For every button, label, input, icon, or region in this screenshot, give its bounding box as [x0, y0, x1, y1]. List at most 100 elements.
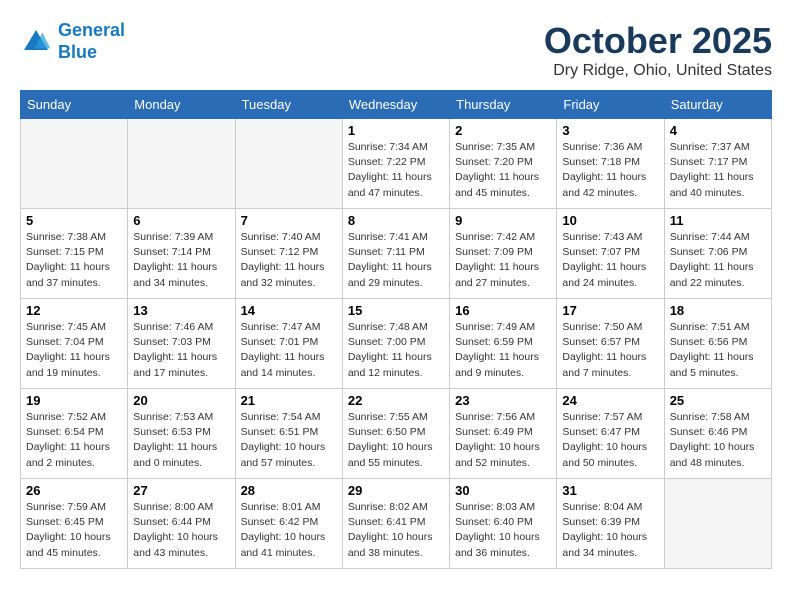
day-info: Sunrise: 7:58 AMSunset: 6:46 PMDaylight:…: [670, 410, 766, 471]
calendar-cell: 3Sunrise: 7:36 AMSunset: 7:18 PMDaylight…: [557, 119, 664, 209]
calendar-cell: 14 Sunrise: 7:47 AMSunset: 7:01 PMDayligh…: [235, 299, 342, 389]
day-info: Sunrise: 7:50 AMSunset: 6:57 PMDaylight:…: [562, 320, 658, 381]
calendar-cell: 29 Sunrise: 8:02 AMSunset: 6:41 PMDayligh…: [342, 479, 449, 569]
day-number: 6: [133, 213, 229, 228]
day-number: 11: [670, 213, 766, 228]
title-block: October 2025 Dry Ridge, Ohio, United Sta…: [544, 20, 772, 80]
calendar-cell: 31 Sunrise: 8:04 AMSunset: 6:39 PMDayligh…: [557, 479, 664, 569]
calendar-week-row: 19Sunrise: 7:52 AMSunset: 6:54 PMDayligh…: [21, 389, 772, 479]
weekday-header: Sunday: [21, 91, 128, 119]
day-number: 20: [133, 393, 229, 408]
day-info: Sunrise: 7:39 AMSunset: 7:14 PMDaylight:…: [133, 230, 229, 291]
day-number: 23: [455, 393, 551, 408]
day-number: 21: [241, 393, 337, 408]
calendar-week-row: 12 Sunrise: 7:45 AMSunset: 7:04 PMDayligh…: [21, 299, 772, 389]
calendar-cell: 1 Sunrise: 7:34 AMSunset: 7:22 PMDaylight…: [342, 119, 449, 209]
page-header: General Blue October 2025 Dry Ridge, Ohi…: [20, 20, 772, 80]
weekday-header: Saturday: [664, 91, 771, 119]
calendar-cell: 30 Sunrise: 8:03 AMSunset: 6:40 PMDayligh…: [450, 479, 557, 569]
day-info: Sunrise: 8:03 AMSunset: 6:40 PMDaylight:…: [455, 500, 551, 561]
calendar-cell: 25 Sunrise: 7:58 AMSunset: 6:46 PMDayligh…: [664, 389, 771, 479]
day-number: 4: [670, 123, 766, 138]
day-number: 30: [455, 483, 551, 498]
day-number: 22: [348, 393, 444, 408]
day-number: 12: [26, 303, 122, 318]
location: Dry Ridge, Ohio, United States: [544, 62, 772, 80]
day-info: Sunrise: 7:37 AMSunset: 7:17 PMDaylight:…: [670, 140, 766, 201]
day-info: Sunrise: 8:00 AMSunset: 6:44 PMDaylight:…: [133, 500, 229, 561]
weekday-header: Thursday: [450, 91, 557, 119]
day-info: Sunrise: 7:56 AMSunset: 6:49 PMDaylight:…: [455, 410, 551, 471]
calendar-week-row: 5 Sunrise: 7:38 AMSunset: 7:15 PMDaylight…: [21, 209, 772, 299]
weekday-header-row: SundayMondayTuesdayWednesdayThursdayFrid…: [21, 91, 772, 119]
day-number: 1: [348, 123, 444, 138]
day-info: Sunrise: 7:35 AMSunset: 7:20 PMDaylight:…: [455, 140, 551, 201]
day-info: Sunrise: 8:01 AMSunset: 6:42 PMDaylight:…: [241, 500, 337, 561]
day-info: Sunrise: 7:38 AMSunset: 7:15 PMDaylight:…: [26, 230, 122, 291]
calendar-cell: 6 Sunrise: 7:39 AMSunset: 7:14 PMDaylight…: [128, 209, 235, 299]
day-info: Sunrise: 7:47 AMSunset: 7:01 PMDaylight:…: [241, 320, 337, 381]
calendar-cell: 4 Sunrise: 7:37 AMSunset: 7:17 PMDaylight…: [664, 119, 771, 209]
calendar-table: SundayMondayTuesdayWednesdayThursdayFrid…: [20, 90, 772, 569]
day-number: 27: [133, 483, 229, 498]
day-info: Sunrise: 7:34 AMSunset: 7:22 PMDaylight:…: [348, 140, 444, 201]
day-number: 9: [455, 213, 551, 228]
calendar-cell: 15Sunrise: 7:48 AMSunset: 7:00 PMDayligh…: [342, 299, 449, 389]
calendar-cell: 12 Sunrise: 7:45 AMSunset: 7:04 PMDayligh…: [21, 299, 128, 389]
calendar-cell: 23 Sunrise: 7:56 AMSunset: 6:49 PMDayligh…: [450, 389, 557, 479]
calendar-cell: 5 Sunrise: 7:38 AMSunset: 7:15 PMDaylight…: [21, 209, 128, 299]
day-info: Sunrise: 8:04 AMSunset: 6:39 PMDaylight:…: [562, 500, 658, 561]
calendar-cell: [128, 119, 235, 209]
calendar-cell: 11Sunrise: 7:44 AMSunset: 7:06 PMDayligh…: [664, 209, 771, 299]
day-number: 18: [670, 303, 766, 318]
day-info: Sunrise: 7:48 AMSunset: 7:00 PMDaylight:…: [348, 320, 444, 381]
calendar-cell: 27 Sunrise: 8:00 AMSunset: 6:44 PMDayligh…: [128, 479, 235, 569]
calendar-week-row: 1 Sunrise: 7:34 AMSunset: 7:22 PMDaylight…: [21, 119, 772, 209]
weekday-header: Friday: [557, 91, 664, 119]
day-number: 2: [455, 123, 551, 138]
calendar-cell: 13 Sunrise: 7:46 AMSunset: 7:03 PMDayligh…: [128, 299, 235, 389]
calendar-cell: 17Sunrise: 7:50 AMSunset: 6:57 PMDayligh…: [557, 299, 664, 389]
calendar-cell: 24Sunrise: 7:57 AMSunset: 6:47 PMDayligh…: [557, 389, 664, 479]
weekday-header: Wednesday: [342, 91, 449, 119]
weekday-header: Tuesday: [235, 91, 342, 119]
day-number: 13: [133, 303, 229, 318]
calendar-cell: [235, 119, 342, 209]
day-info: Sunrise: 7:49 AMSunset: 6:59 PMDaylight:…: [455, 320, 551, 381]
day-number: 29: [348, 483, 444, 498]
calendar-cell: 19Sunrise: 7:52 AMSunset: 6:54 PMDayligh…: [21, 389, 128, 479]
logo-blue: Blue: [58, 42, 97, 62]
calendar-week-row: 26 Sunrise: 7:59 AMSunset: 6:45 PMDayligh…: [21, 479, 772, 569]
day-number: 28: [241, 483, 337, 498]
day-info: Sunrise: 7:46 AMSunset: 7:03 PMDaylight:…: [133, 320, 229, 381]
day-number: 31: [562, 483, 658, 498]
day-number: 7: [241, 213, 337, 228]
calendar-cell: 18Sunrise: 7:51 AMSunset: 6:56 PMDayligh…: [664, 299, 771, 389]
day-number: 14: [241, 303, 337, 318]
calendar-cell: 26 Sunrise: 7:59 AMSunset: 6:45 PMDayligh…: [21, 479, 128, 569]
calendar-cell: 16 Sunrise: 7:49 AMSunset: 6:59 PMDayligh…: [450, 299, 557, 389]
day-number: 25: [670, 393, 766, 408]
day-info: Sunrise: 8:02 AMSunset: 6:41 PMDaylight:…: [348, 500, 444, 561]
calendar-cell: 20 Sunrise: 7:53 AMSunset: 6:53 PMDayligh…: [128, 389, 235, 479]
day-info: Sunrise: 7:59 AMSunset: 6:45 PMDaylight:…: [26, 500, 122, 561]
day-info: Sunrise: 7:40 AMSunset: 7:12 PMDaylight:…: [241, 230, 337, 291]
day-number: 10: [562, 213, 658, 228]
day-info: Sunrise: 7:54 AMSunset: 6:51 PMDaylight:…: [241, 410, 337, 471]
day-info: Sunrise: 7:52 AMSunset: 6:54 PMDaylight:…: [26, 410, 122, 471]
calendar-cell: 28 Sunrise: 8:01 AMSunset: 6:42 PMDayligh…: [235, 479, 342, 569]
day-info: Sunrise: 7:53 AMSunset: 6:53 PMDaylight:…: [133, 410, 229, 471]
calendar-cell: 21 Sunrise: 7:54 AMSunset: 6:51 PMDayligh…: [235, 389, 342, 479]
day-number: 16: [455, 303, 551, 318]
day-info: Sunrise: 7:36 AMSunset: 7:18 PMDaylight:…: [562, 140, 658, 201]
day-info: Sunrise: 7:43 AMSunset: 7:07 PMDaylight:…: [562, 230, 658, 291]
day-number: 26: [26, 483, 122, 498]
day-number: 5: [26, 213, 122, 228]
calendar-cell: [664, 479, 771, 569]
day-info: Sunrise: 7:55 AMSunset: 6:50 PMDaylight:…: [348, 410, 444, 471]
day-number: 24: [562, 393, 658, 408]
calendar-cell: 2 Sunrise: 7:35 AMSunset: 7:20 PMDaylight…: [450, 119, 557, 209]
calendar-cell: 22 Sunrise: 7:55 AMSunset: 6:50 PMDayligh…: [342, 389, 449, 479]
calendar-cell: [21, 119, 128, 209]
day-info: Sunrise: 7:45 AMSunset: 7:04 PMDaylight:…: [26, 320, 122, 381]
